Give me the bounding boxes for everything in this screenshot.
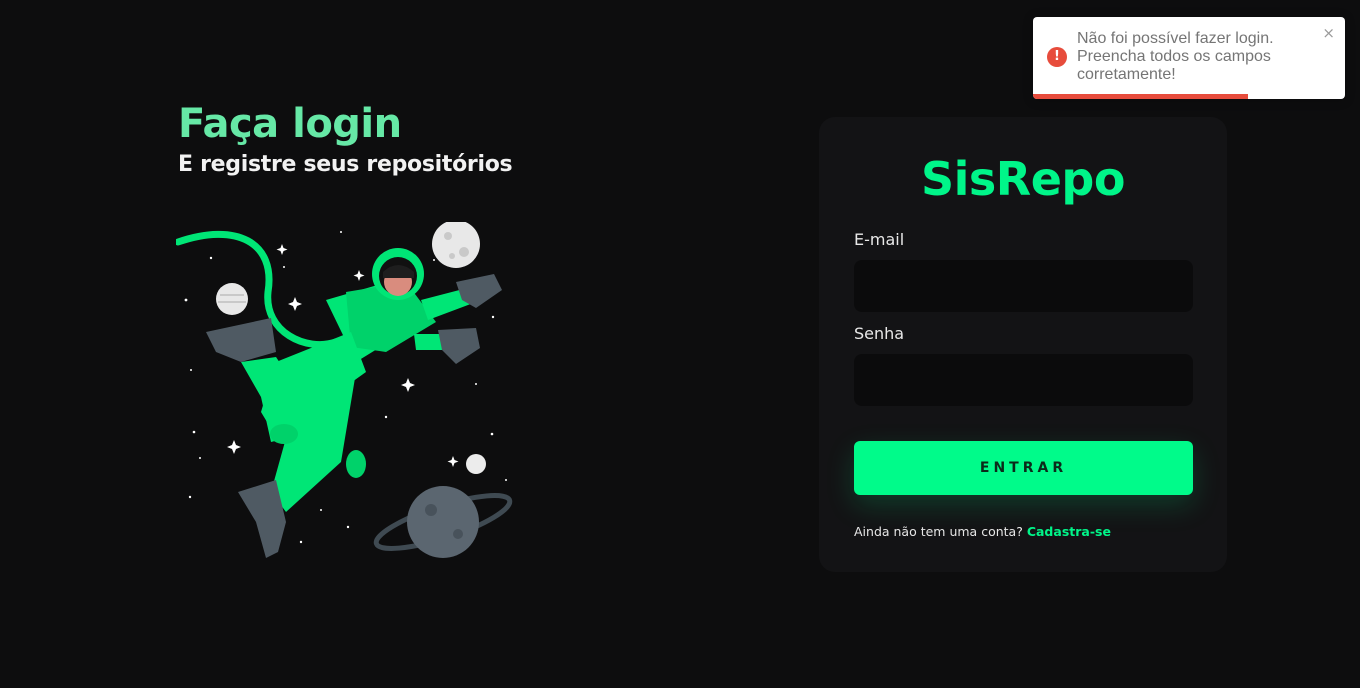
hero-subtitle: E registre seus repositórios [178,152,513,177]
email-label: E-mail [854,230,905,249]
password-label: Senha [854,324,905,343]
close-icon[interactable]: × [1322,24,1335,42]
astronaut-illustration [176,222,513,558]
toast-progress-bar [1033,94,1249,99]
hero-title: Faça login [178,101,402,147]
password-field[interactable] [854,354,1193,406]
error-toast[interactable]: ! Não foi possível fazer login. Preencha… [1033,17,1345,99]
brand-logo: SisRepo [921,152,1125,206]
signup-link[interactable]: Cadastra-se [1027,524,1111,539]
toast-message: Não foi possível fazer login. Preencha t… [1077,30,1274,83]
login-button[interactable]: ENTRAR [854,441,1193,495]
hero-section: Faça login E registre seus repositórios [178,100,513,177]
signup-text: Ainda não tem uma conta? [854,524,1023,539]
email-field[interactable] [854,260,1193,312]
signup-prompt: Ainda não tem uma conta? Cadastra-se [854,524,1111,539]
error-icon: ! [1047,47,1067,67]
